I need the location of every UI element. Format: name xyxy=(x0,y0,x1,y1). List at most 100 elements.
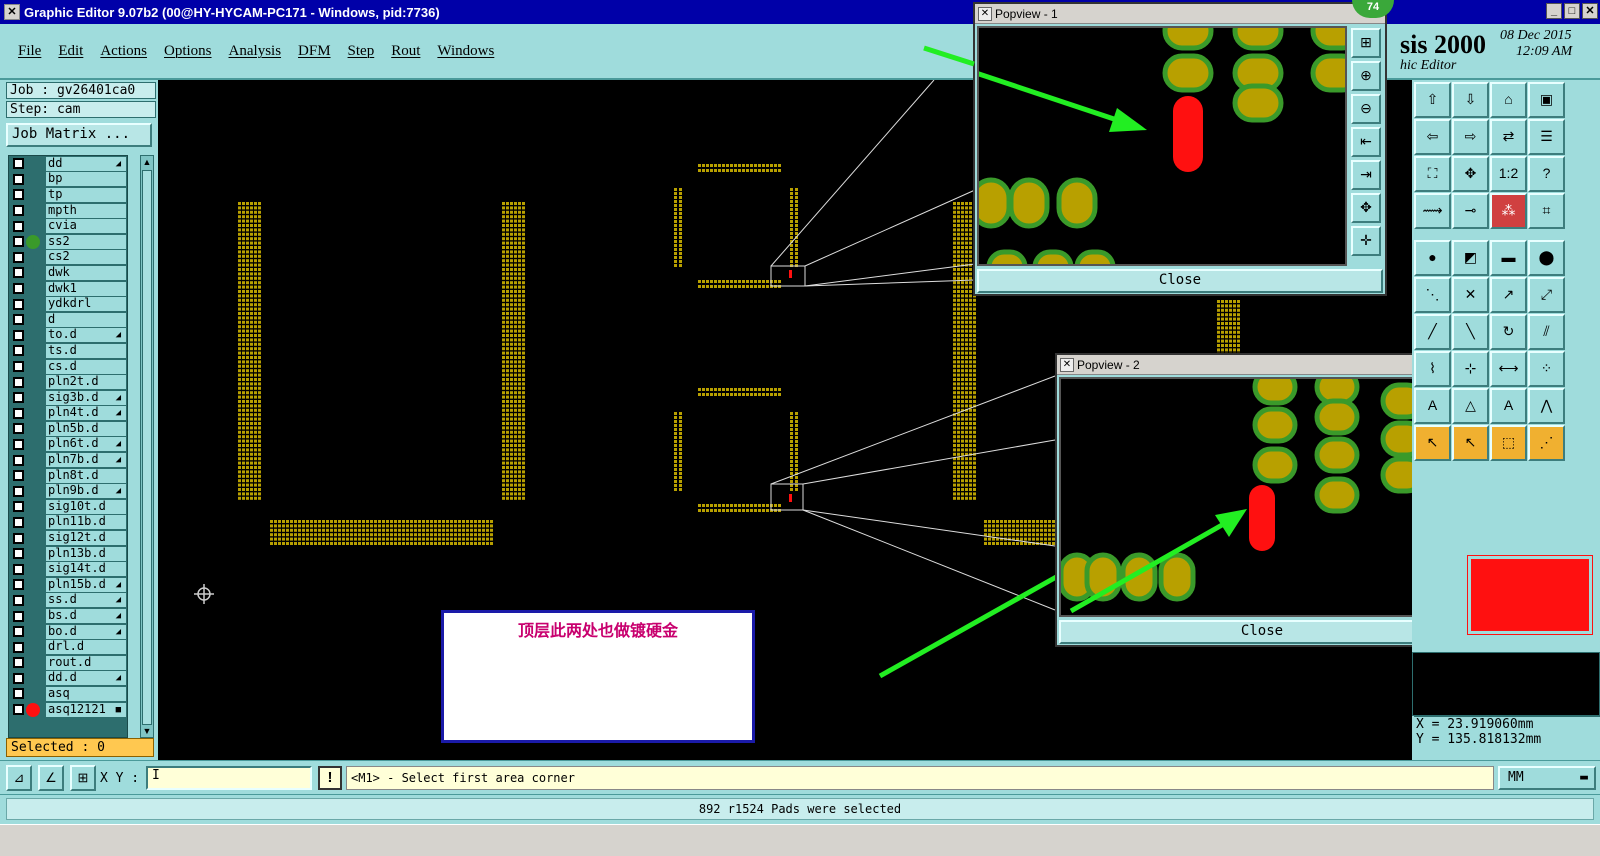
layer-checkbox[interactable] xyxy=(13,283,24,295)
layer-checkbox[interactable] xyxy=(13,314,24,326)
select-box-icon[interactable]: ⬚ xyxy=(1490,425,1527,461)
layer-name[interactable]: to.d ◢ xyxy=(46,328,126,343)
layer-row[interactable]: asq xyxy=(9,686,127,702)
layer-row[interactable]: bs.d ◢ xyxy=(9,608,127,624)
layer-row[interactable]: sig14t.d xyxy=(9,561,127,577)
warning-button[interactable]: ! xyxy=(318,766,342,790)
layer-row[interactable]: pln7b.d ◢ xyxy=(9,452,127,468)
popview-2-view[interactable] xyxy=(1059,377,1429,617)
scroll-down-icon[interactable]: ▼ xyxy=(141,725,153,737)
layer-name[interactable]: dwk1 xyxy=(46,281,126,296)
arrow-up-icon[interactable]: ⇧ xyxy=(1414,82,1451,118)
xy-input[interactable]: I xyxy=(146,766,312,790)
layer-checkbox[interactable] xyxy=(13,594,24,606)
pan-left-icon[interactable]: ⇤ xyxy=(1351,127,1381,157)
layer-name[interactable]: d xyxy=(46,312,126,327)
layer-checkbox[interactable] xyxy=(13,267,24,279)
layer-row[interactable]: bp xyxy=(9,172,127,188)
menu-rout[interactable]: Rout xyxy=(391,43,420,60)
layer-name[interactable]: bs.d ◢ xyxy=(46,609,126,624)
layer-row[interactable]: ts.d xyxy=(9,343,127,359)
layer-checkbox[interactable] xyxy=(13,251,24,263)
pointer-icon[interactable]: ↖ xyxy=(1414,425,1451,461)
contour-icon[interactable]: ⋀ xyxy=(1528,388,1565,424)
layer-row[interactable]: sig12t.d xyxy=(9,530,127,546)
frame-icon[interactable]: ▣ xyxy=(1528,82,1565,118)
layer-row[interactable]: pln2t.d xyxy=(9,374,127,390)
layer-row[interactable]: pln13b.d xyxy=(9,546,127,562)
layer-checkbox[interactable] xyxy=(13,376,24,388)
node-select-icon[interactable]: ⋰ xyxy=(1528,425,1565,461)
zoom-home-icon[interactable]: ⊞ xyxy=(1351,28,1381,58)
connect-icon[interactable]: ⌗ xyxy=(1528,193,1565,229)
menu-file[interactable]: File xyxy=(18,43,41,60)
layer-name[interactable]: pln5b.d xyxy=(46,421,126,436)
popview-2-titlebar[interactable]: ✕ Popview - 2 ✕ xyxy=(1057,355,1467,375)
cut-icon[interactable]: ◩ xyxy=(1452,240,1489,276)
layer-row[interactable]: sig10t.d xyxy=(9,499,127,515)
minimize-icon[interactable]: _ xyxy=(1546,3,1562,19)
layer-checkbox[interactable] xyxy=(13,610,24,622)
rotate-icon[interactable]: ↻ xyxy=(1490,314,1527,350)
layer-checkbox[interactable] xyxy=(13,626,24,638)
pad-icon[interactable]: ⬤ xyxy=(1528,240,1565,276)
layer-row[interactable]: rout.d xyxy=(9,655,127,671)
layer-row[interactable]: pln6t.d ◢ xyxy=(9,437,127,453)
layer-row[interactable]: cs.d xyxy=(9,359,127,375)
layer-name[interactable]: ss.d ◢ xyxy=(46,593,126,608)
layer-checkbox[interactable] xyxy=(13,516,24,528)
break-icon[interactable]: ⌇ xyxy=(1414,351,1451,387)
layer-name[interactable]: sig12t.d xyxy=(46,531,126,546)
layer-name[interactable]: ss2 xyxy=(46,234,126,249)
arc-icon[interactable]: ╲ xyxy=(1452,314,1489,350)
list-icon[interactable]: ☰ xyxy=(1528,119,1565,155)
layer-row[interactable]: pln4t.d ◢ xyxy=(9,406,127,422)
font-icon[interactable]: A xyxy=(1490,388,1527,424)
measure-icon[interactable]: ⟿ xyxy=(1414,193,1451,229)
layer-checkbox[interactable] xyxy=(13,470,24,482)
poly-icon[interactable]: △ xyxy=(1452,388,1489,424)
menu-windows[interactable]: Windows xyxy=(437,43,494,60)
menu-edit[interactable]: Edit xyxy=(58,43,83,60)
zoom-area-icon[interactable]: ✥ xyxy=(1452,156,1489,192)
layer-checkbox[interactable] xyxy=(13,361,24,373)
layer-checkbox[interactable] xyxy=(13,173,24,185)
layer-checkbox[interactable] xyxy=(13,532,24,544)
layer-row[interactable]: pln11b.d xyxy=(9,515,127,531)
layer-checkbox[interactable] xyxy=(13,563,24,575)
layer-name[interactable]: dwk xyxy=(46,265,126,280)
layer-checkbox[interactable] xyxy=(13,205,24,217)
snap-grid-icon[interactable]: ⊿ xyxy=(6,765,32,791)
snap-icon[interactable]: ⊹ xyxy=(1452,351,1489,387)
layer-row[interactable]: mpth xyxy=(9,203,127,219)
layer-name[interactable]: tp xyxy=(46,187,126,202)
menu-analysis[interactable]: Analysis xyxy=(229,43,282,60)
layer-name[interactable]: dd.d ◢ xyxy=(46,671,126,686)
popview-1-close-button[interactable]: Close xyxy=(977,269,1383,293)
layer-row[interactable]: cs2 xyxy=(9,250,127,266)
probe-icon[interactable]: ⊸ xyxy=(1452,193,1489,229)
layer-checkbox[interactable] xyxy=(13,345,24,357)
scroll-up-icon[interactable]: ▲ xyxy=(141,156,153,168)
layer-checkbox[interactable] xyxy=(13,407,24,419)
layer-name[interactable]: pln2t.d xyxy=(46,375,126,390)
menu-step[interactable]: Step xyxy=(348,43,375,60)
menu-options[interactable]: Options xyxy=(164,43,212,60)
layer-row[interactable]: pln9b.d ◢ xyxy=(9,483,127,499)
select-icon[interactable]: ↖ xyxy=(1452,425,1489,461)
layer-list[interactable]: dd ◢ bp tp mpth cvia ss2 cs2 dwk dwk1 ydkdrl d to.d ◢… xyxy=(8,155,128,738)
scrollbar-thumb[interactable] xyxy=(142,170,152,725)
job-matrix-button[interactable]: Job Matrix ... xyxy=(6,123,152,147)
layer-name[interactable]: sig14t.d xyxy=(46,562,126,577)
layer-name[interactable]: mpth xyxy=(46,203,126,218)
layer-checkbox[interactable] xyxy=(13,189,24,201)
layer-row[interactable]: dwk1 xyxy=(9,281,127,297)
layer-name[interactable]: rout.d xyxy=(46,655,126,670)
layer-checkbox[interactable] xyxy=(13,657,24,669)
layer-name[interactable]: pln6t.d ◢ xyxy=(46,437,126,452)
layer-row[interactable]: sig3b.d ◢ xyxy=(9,390,127,406)
layer-checkbox[interactable] xyxy=(13,688,24,700)
layer-row[interactable]: dwk xyxy=(9,265,127,281)
layer-checkbox[interactable] xyxy=(13,579,24,591)
layer-row[interactable]: to.d ◢ xyxy=(9,328,127,344)
